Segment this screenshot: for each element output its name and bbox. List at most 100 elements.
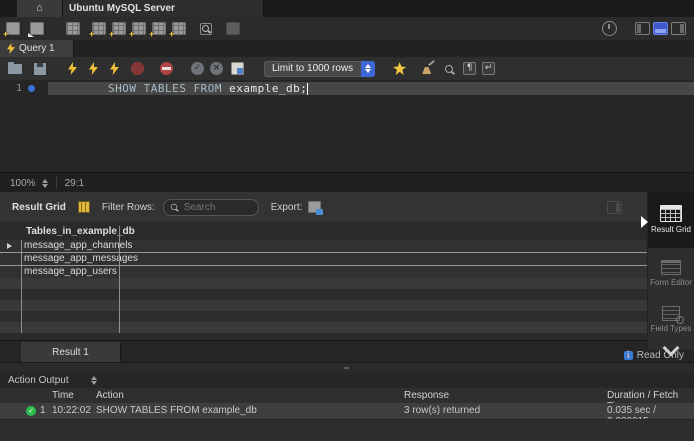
open-sql-script-icon[interactable]	[30, 22, 44, 35]
result-set-tab-bar: Result 1 i Read Only	[0, 340, 694, 363]
empty-row	[0, 311, 648, 322]
info-icon[interactable]: i	[624, 351, 633, 360]
toggle-output-area-button[interactable]	[653, 22, 668, 35]
tab-result-1[interactable]: Result 1	[21, 342, 121, 363]
save-snippet-icon[interactable]	[393, 62, 406, 75]
result-grid-body: message_app_channels message_app_message…	[0, 240, 648, 340]
create-procedure-icon[interactable]	[152, 22, 166, 35]
sidebar-item-label: Field Types	[651, 324, 692, 333]
table-row[interactable]: message_app_messages	[0, 253, 648, 266]
invisible-characters-icon[interactable]: ¶	[463, 62, 476, 75]
toggle-right-sidebar-button[interactable]	[671, 22, 686, 35]
grid-cell[interactable]: message_app_messages	[24, 253, 138, 265]
result-grid-icon	[660, 205, 682, 222]
output-header-time[interactable]: Time	[52, 390, 74, 401]
result-view-sidebar: Result Grid Form Editor Field Types	[647, 192, 694, 350]
filter-rows-label: Filter Rows:	[102, 202, 155, 213]
text-caret	[307, 83, 308, 95]
output-header-action[interactable]: Action	[96, 390, 124, 401]
column-divider[interactable]	[119, 240, 120, 333]
row-limit-stepper[interactable]	[361, 61, 375, 77]
grid-cell[interactable]: message_app_channels	[24, 240, 132, 252]
empty-row	[0, 300, 648, 311]
output-row-time: 10:22:02	[52, 405, 91, 416]
grid-cell[interactable]: message_app_users	[24, 266, 117, 278]
table-row[interactable]: message_app_channels	[0, 240, 648, 253]
table-row[interactable]: message_app_users	[0, 266, 648, 278]
export-recordset-icon[interactable]	[308, 201, 321, 213]
current-line[interactable]: SHOW TABLES FROM example_db;	[48, 82, 694, 95]
line-number: 1	[0, 82, 22, 95]
empty-row	[0, 278, 648, 289]
output-row-response: 3 row(s) returned	[404, 405, 480, 416]
gutter-divider	[21, 240, 22, 333]
filter-search-input[interactable]	[182, 201, 252, 214]
active-panel-arrow-icon	[641, 216, 648, 228]
output-header-response[interactable]: Response	[404, 390, 449, 401]
sidebar-item-form-editor[interactable]: Form Editor	[648, 248, 694, 300]
create-schema-icon[interactable]	[92, 22, 106, 35]
action-output-title: Action Output	[8, 375, 69, 386]
sidebar-item-label: Form Editor	[650, 278, 692, 287]
home-icon: ⌂	[36, 3, 43, 14]
statement-marker-icon	[28, 85, 35, 92]
search-data-icon[interactable]	[200, 23, 212, 35]
result-grid-toolbar: Result Grid Filter Rows: Export:	[0, 192, 648, 223]
beautify-sql-icon[interactable]	[422, 62, 435, 75]
field-types-icon	[662, 306, 680, 321]
query-tab-bar: Query 1	[0, 40, 694, 58]
sidebar-collapse-button[interactable]	[648, 342, 694, 354]
output-footer	[0, 419, 694, 441]
mysql-workbench-window: ⌂ Ubuntu MySQL Server Query 1	[0, 0, 694, 441]
inspector-icon[interactable]	[66, 22, 80, 35]
sql-identifier: example_db;	[229, 82, 307, 95]
connection-tab[interactable]: Ubuntu MySQL Server	[63, 0, 264, 17]
caret-position: 29:1	[65, 178, 84, 189]
tab-query-1[interactable]: Query 1	[0, 40, 74, 57]
chevron-down-icon	[663, 340, 680, 357]
word-wrap-icon[interactable]: ↵	[482, 62, 495, 75]
find-panel-icon[interactable]	[445, 65, 453, 73]
save-script-icon[interactable]	[34, 63, 46, 75]
sidebar-item-result-grid[interactable]: Result Grid	[648, 192, 694, 248]
output-header-row: Time Action Response Duration / Fetch Ti…	[0, 388, 694, 404]
output-selector-stepper[interactable]	[83, 376, 97, 385]
result-grid-title: Result Grid	[12, 202, 66, 213]
connection-title: Ubuntu MySQL Server	[63, 3, 175, 14]
server-status-icon[interactable]	[226, 22, 240, 35]
output-log-row[interactable]: ✓ 1 10:22:02 SHOW TABLES FROM example_db…	[0, 403, 694, 419]
toggle-left-sidebar-button[interactable]	[635, 22, 650, 35]
empty-row	[0, 289, 648, 300]
title-tab-bar: ⌂ Ubuntu MySQL Server	[0, 0, 694, 17]
success-check-icon: ✓	[26, 406, 36, 416]
export-label: Export:	[271, 202, 303, 213]
query-bolt-icon	[7, 43, 15, 54]
zoom-stepper[interactable]	[42, 179, 48, 188]
filter-search-box[interactable]	[163, 199, 259, 216]
open-file-icon[interactable]	[8, 64, 22, 74]
grid-view-icon[interactable]	[78, 201, 90, 213]
form-editor-icon	[661, 260, 681, 275]
output-row-action: SHOW TABLES FROM example_db	[96, 405, 257, 416]
panel-options-icon[interactable]	[607, 201, 622, 214]
create-table-icon[interactable]	[112, 22, 126, 35]
pending-changes-icon[interactable]	[602, 21, 617, 36]
action-output-bar: Action Output	[0, 372, 694, 388]
search-icon	[171, 204, 177, 210]
grid-column-header-row: Tables_in_example_db	[0, 222, 648, 241]
query-tab-label: Query 1	[19, 43, 55, 54]
output-row-index: 1	[40, 405, 46, 416]
main-toolbar	[0, 17, 694, 41]
sidebar-item-field-types[interactable]: Field Types	[648, 300, 694, 340]
home-tab[interactable]: ⌂	[17, 0, 63, 17]
sql-editor[interactable]: 1 SHOW TABLES FROM example_db;	[0, 80, 694, 172]
empty-row	[0, 322, 648, 333]
sql-keywords: SHOW TABLES FROM	[108, 82, 229, 95]
new-query-tab-icon[interactable]	[6, 22, 20, 35]
zoom-level: 100%	[10, 178, 36, 189]
current-row-marker-icon	[7, 243, 12, 249]
create-function-icon[interactable]	[172, 22, 186, 35]
result-tab-label: Result 1	[52, 347, 89, 358]
editor-status-bar: 100% 29:1	[0, 172, 694, 194]
create-view-icon[interactable]	[132, 22, 146, 35]
